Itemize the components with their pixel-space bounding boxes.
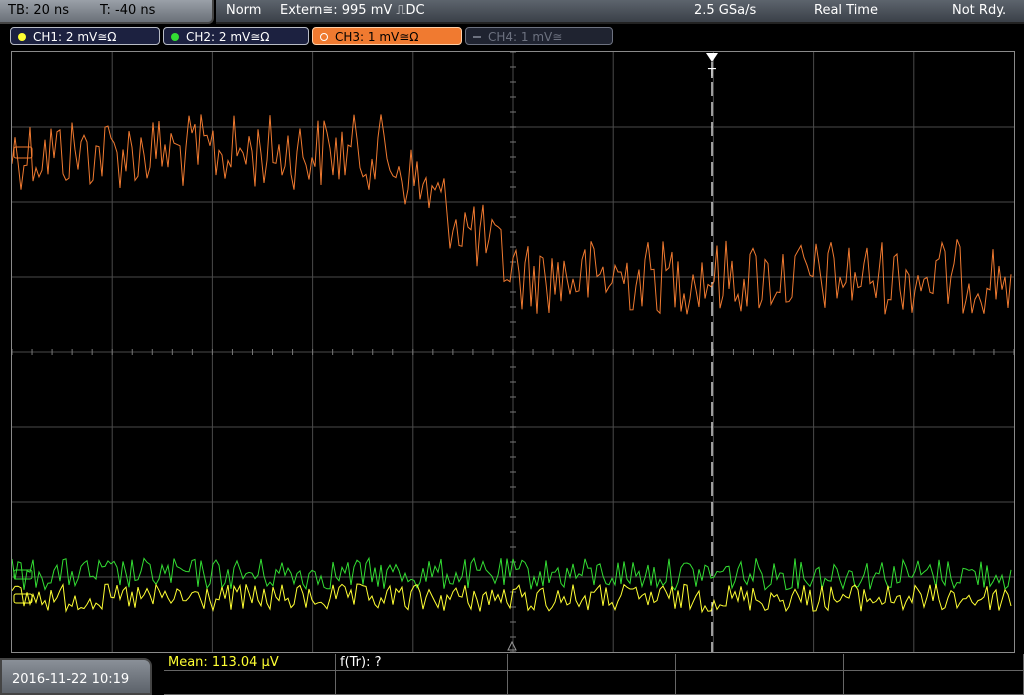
status-bar: TB: 20 ns T: -40 ns Norm Extern≅: 995 mV…: [0, 0, 1024, 24]
channel-1-waveform: [12, 583, 1012, 614]
timebase-label[interactable]: TB: 20 ns: [8, 3, 69, 18]
trigger-time-label[interactable]: T: -40 ns: [100, 3, 155, 18]
waveform-canvas[interactable]: T: [12, 52, 1014, 652]
center-position-icon: [507, 640, 517, 651]
trigger-source-label[interactable]: Extern≅: 995 mV ⎍DC: [280, 3, 425, 18]
grid: [12, 52, 1014, 652]
channel-3-indicator-icon: [320, 33, 328, 41]
timebase-panel[interactable]: TB: 20 ns T: -40 ns: [0, 0, 214, 24]
measurement-slot-3[interactable]: [508, 654, 676, 671]
bottom-bar: 2016-11-22 10:19 Mean: 113.04 µV f(Tr): …: [0, 654, 1024, 695]
sample-rate-label[interactable]: 2.5 GSa/s: [694, 3, 756, 18]
channel-2-label: CH2: 2 mV≅Ω: [186, 30, 270, 44]
measurement-slot-6[interactable]: [164, 671, 336, 695]
channel-tabs: CH1: 2 mV≅Ω CH2: 2 mV≅Ω CH3: 1 mV≅Ω CH4:…: [0, 24, 1024, 48]
trigger-label: T: [707, 67, 716, 82]
channel-3-tab[interactable]: CH3: 1 mV≅Ω: [312, 27, 462, 45]
channel-4-indicator-icon: [473, 36, 481, 38]
measurement-slot-8[interactable]: [508, 671, 676, 695]
channel-2-tab[interactable]: CH2: 2 mV≅Ω: [163, 27, 309, 45]
acquisition-mode-label[interactable]: Real Time: [814, 3, 878, 18]
channel-2-indicator-icon: [171, 33, 179, 41]
channel-2-waveform: [12, 556, 1012, 591]
channel-4-tab[interactable]: CH4: 1 mV≅: [465, 27, 613, 45]
measurement-mean[interactable]: Mean: 113.04 µV: [164, 654, 336, 671]
datetime-panel: 2016-11-22 10:19: [0, 658, 152, 695]
trigger-mode-label[interactable]: Norm: [226, 3, 261, 18]
trigger-arrow-icon: [706, 53, 718, 62]
measurement-frequency[interactable]: f(Tr): ?: [336, 654, 508, 671]
channel-1-label: CH1: 2 mV≅Ω: [33, 30, 117, 44]
measurement-slot-5[interactable]: [844, 654, 1024, 671]
measurement-slot-9[interactable]: [676, 671, 844, 695]
measurement-slot-4[interactable]: [676, 654, 844, 671]
channel-3-label: CH3: 1 mV≅Ω: [335, 30, 419, 44]
channel-4-label: CH4: 1 mV≅: [488, 30, 563, 44]
acquisition-panel[interactable]: Norm Extern≅: 995 mV ⎍DC 2.5 GSa/s Real …: [216, 0, 1024, 24]
waveform-display[interactable]: T: [11, 51, 1015, 653]
datetime-label: 2016-11-22 10:19: [12, 672, 130, 687]
ready-state-label: Not Rdy.: [952, 3, 1007, 18]
measurement-table[interactable]: Mean: 113.04 µV f(Tr): ?: [164, 654, 1024, 695]
measurement-slot-10[interactable]: [844, 671, 1024, 695]
channel-3-waveform: [12, 114, 1012, 315]
measurement-slot-7[interactable]: [336, 671, 508, 695]
channel-1-tab[interactable]: CH1: 2 mV≅Ω: [10, 27, 160, 45]
channel-1-indicator-icon: [18, 33, 26, 41]
